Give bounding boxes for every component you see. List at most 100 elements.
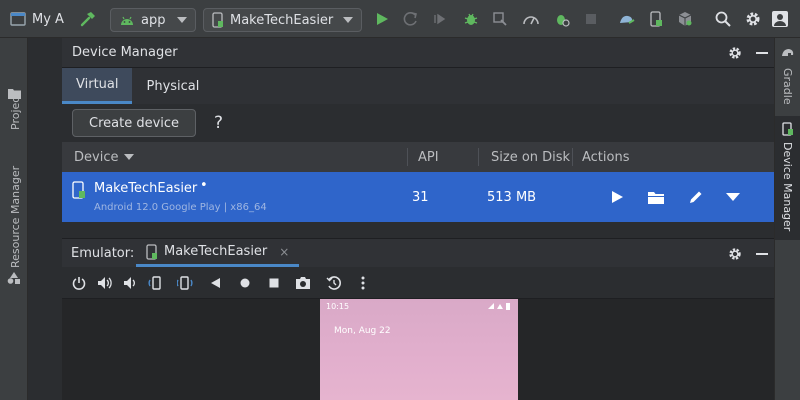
project-selector[interactable]: My A <box>10 0 64 38</box>
account-icon[interactable] <box>770 9 790 29</box>
emulator-display: 10:15 Mon, Aug 22 <box>62 299 774 400</box>
gradle-icon[interactable] <box>781 46 795 58</box>
apply-changes-icon[interactable] <box>401 9 421 29</box>
device-time: 10:15 <box>326 301 350 311</box>
device-manager-tool-label: Device Manager <box>781 142 794 232</box>
sdk-manager-icon[interactable] <box>675 9 695 29</box>
emulator-controls <box>62 267 774 299</box>
device-manager-panel: Device Manager Virtual Physical Create d… <box>62 38 774 238</box>
emulator-panel: Emulator: MakeTechEasier × 10:15 Mon, Au… <box>62 238 774 400</box>
launch-icon[interactable] <box>606 186 628 208</box>
column-device[interactable]: Device <box>74 142 135 172</box>
tab-physical-label: Physical <box>146 78 200 94</box>
camera-icon[interactable] <box>294 274 312 292</box>
stop-icon[interactable] <box>581 9 601 29</box>
gradle-tool-label: Gradle <box>781 68 794 105</box>
coverage-icon[interactable] <box>552 9 572 29</box>
device-status-bar: 10:15 <box>320 299 518 313</box>
sort-down-icon <box>124 154 135 160</box>
debug-icon[interactable] <box>461 9 481 29</box>
device-type-tabs: Virtual Physical <box>62 68 774 104</box>
device-subtitle: Android 12.0 Google Play | x86_64 <box>94 202 267 213</box>
chevron-down-icon <box>343 17 353 23</box>
phone-icon <box>212 12 224 28</box>
gear-icon[interactable] <box>743 9 763 29</box>
column-api-label: API <box>418 149 439 165</box>
profiler-icon[interactable] <box>521 9 541 29</box>
device-list-empty-area <box>62 222 774 238</box>
chevron-down-icon[interactable] <box>722 186 744 208</box>
attach-debugger-icon[interactable] <box>490 9 510 29</box>
module-selector[interactable]: app <box>110 8 196 32</box>
column-size-label: Size on Disk <box>491 149 571 165</box>
tab-emulator-device[interactable]: MakeTechEasier × <box>136 239 300 267</box>
device-label: MakeTechEasier <box>230 12 334 28</box>
overview-icon[interactable] <box>265 274 283 292</box>
gear-icon[interactable] <box>728 247 742 261</box>
hammer-icon[interactable] <box>78 9 98 29</box>
window-icon <box>10 12 26 26</box>
resources-icon[interactable] <box>7 272 21 284</box>
emulator-tab-label: MakeTechEasier <box>164 244 268 259</box>
gradle-tool-tab[interactable]: Gradle <box>781 68 794 105</box>
device-api: 31 <box>412 190 429 205</box>
column-size[interactable]: Size on Disk <box>491 142 570 172</box>
column-actions-label: Actions <box>582 149 630 165</box>
rotate-right-icon[interactable] <box>176 274 194 292</box>
device-date: Mon, Aug 22 <box>334 326 391 336</box>
more-options-icon[interactable] <box>354 274 372 292</box>
search-icon[interactable] <box>713 9 733 29</box>
panel-title: Device Manager <box>72 45 178 60</box>
module-label: app <box>141 12 166 28</box>
column-device-label: Device <box>74 149 119 165</box>
main-toolbar: My A app MakeTechEasier <box>0 0 800 38</box>
chevron-down-icon <box>177 17 187 23</box>
edit-icon[interactable] <box>684 186 706 208</box>
gradle-sync-icon[interactable] <box>617 9 637 29</box>
snapshot-icon[interactable] <box>325 274 343 292</box>
close-icon[interactable]: × <box>279 245 289 259</box>
device-status-icons <box>488 302 512 310</box>
device-manager-header: Device Manager <box>62 38 774 68</box>
device-screen[interactable]: 10:15 Mon, Aug 22 <box>320 299 518 400</box>
run-icon[interactable] <box>372 9 392 29</box>
help-icon[interactable]: ? <box>214 113 223 133</box>
project-label: My A <box>32 11 64 27</box>
resource-manager-label: Resource Manager <box>9 165 22 268</box>
volume-down-icon[interactable] <box>121 274 139 292</box>
tab-virtual-label: Virtual <box>76 77 119 92</box>
home-icon[interactable] <box>236 274 254 292</box>
folder-icon[interactable] <box>8 88 21 99</box>
volume-up-icon[interactable] <box>96 274 114 292</box>
device-manager-icon[interactable] <box>646 9 666 29</box>
phone-icon <box>146 243 158 260</box>
device-manager-tool-tab[interactable]: Device Manager <box>775 116 800 240</box>
left-tool-strip: Project Resource Manager <box>0 38 28 400</box>
minimize-icon[interactable] <box>756 252 768 256</box>
column-actions: Actions <box>582 142 630 172</box>
apply-code-icon[interactable] <box>430 9 450 29</box>
gear-icon[interactable] <box>728 46 742 60</box>
device-actions-row: Create device ? <box>62 104 774 142</box>
rotate-left-icon[interactable] <box>147 274 165 292</box>
folder-icon[interactable] <box>645 186 667 208</box>
create-device-button[interactable]: Create device <box>72 109 197 137</box>
minimize-icon[interactable] <box>756 51 768 55</box>
device-name: MakeTechEasier <box>94 181 198 196</box>
status-dot: • <box>200 178 208 193</box>
tab-physical[interactable]: Physical <box>132 68 213 104</box>
device-manager-icon <box>782 122 794 136</box>
resource-manager-tool-tab[interactable]: Resource Manager <box>9 166 22 268</box>
device-size: 513 MB <box>487 190 537 205</box>
table-row[interactable]: MakeTechEasier • Android 12.0 Google Pla… <box>62 172 774 222</box>
emulator-label: Emulator: <box>71 245 135 261</box>
device-selector[interactable]: MakeTechEasier <box>203 8 362 32</box>
tab-virtual[interactable]: Virtual <box>62 68 133 104</box>
emulator-header: Emulator: MakeTechEasier × <box>62 239 774 267</box>
column-api[interactable]: API <box>418 142 439 172</box>
phone-icon <box>72 181 86 199</box>
android-icon <box>119 14 135 26</box>
power-icon[interactable] <box>70 274 88 292</box>
back-icon[interactable] <box>206 274 224 292</box>
device-table-header: Device API Size on Disk Actions <box>62 142 774 172</box>
